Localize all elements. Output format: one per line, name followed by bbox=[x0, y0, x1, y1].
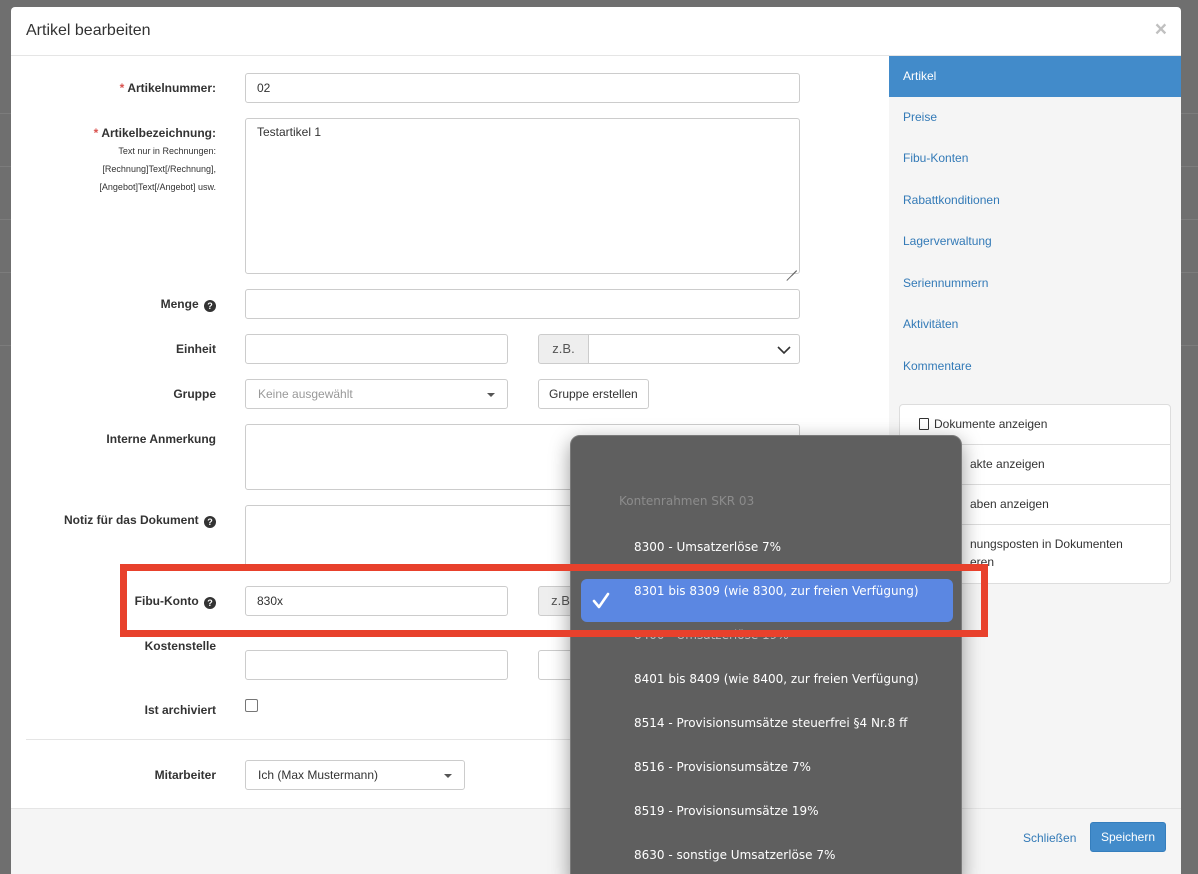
create-group-button[interactable]: Gruppe erstellen bbox=[538, 379, 649, 409]
close-button[interactable]: Schließen bbox=[1023, 829, 1076, 847]
save-button[interactable]: Speichern bbox=[1090, 822, 1166, 852]
selected-option-label: 8301 bis 8309 (wie 8300, zur freien Verf… bbox=[634, 584, 919, 598]
sidebar-item-kommentare[interactable]: Kommentare bbox=[889, 346, 1181, 387]
checkmark-icon bbox=[592, 592, 610, 609]
caret-down-icon bbox=[444, 774, 452, 778]
notiz-label: Notiz für das Dokument ? bbox=[11, 513, 216, 528]
fibu-konto-label: Fibu-Konto ? bbox=[11, 594, 216, 609]
artikelnummer-label-text: Artikelnummer: bbox=[127, 81, 216, 95]
dropdown-option[interactable]: 8401 bis 8409 (wie 8400, zur freien Verf… bbox=[634, 671, 919, 687]
artikelbezeichnung-label-text: Artikelbezeichnung: bbox=[101, 126, 216, 140]
notiz-label-text: Notiz für das Dokument bbox=[63, 513, 199, 527]
sidebar-item-rabattkonditionen[interactable]: Rabattkonditionen bbox=[889, 180, 1181, 221]
kostenstelle-label: Kostenstelle bbox=[144, 639, 216, 653]
action-label: nungsposten in Dokumenten bbox=[970, 537, 1123, 551]
help-icon[interactable]: ? bbox=[204, 516, 216, 528]
archiviert-checkbox[interactable] bbox=[245, 699, 258, 712]
action-label: aben anzeigen bbox=[970, 497, 1049, 511]
dropdown-option[interactable]: 8514 - Provisionsumsätze steuerfrei §4 N… bbox=[634, 715, 907, 731]
modal-title: Artikel bearbeiten bbox=[26, 22, 151, 39]
artikelnummer-input[interactable]: 02 bbox=[245, 73, 800, 103]
sidebar-item-seriennummern[interactable]: Seriennummern bbox=[889, 263, 1181, 304]
mitarbeiter-value: Ich (Max Mustermann) bbox=[258, 768, 379, 782]
artikelbezeichnung-hint: Text nur in Rechnungen: [Rechnung]Text[/… bbox=[11, 142, 216, 196]
modal-header: Artikel bearbeiten × bbox=[11, 7, 1181, 56]
action-label: eren bbox=[970, 555, 995, 569]
dropdown-option[interactable]: 8630 - sonstige Umsatzerlöse 7% bbox=[634, 847, 835, 863]
menge-input[interactable] bbox=[245, 289, 800, 319]
artikelbezeichnung-value: Testartikel 1 bbox=[257, 125, 322, 139]
required-marker: * bbox=[93, 126, 99, 140]
mitarbeiter-select[interactable]: Ich (Max Mustermann) bbox=[245, 760, 465, 790]
hint-line: [Rechnung]Text[/Rechnung], bbox=[102, 164, 216, 174]
close-icon[interactable]: × bbox=[1155, 19, 1167, 40]
gruppe-placeholder: Keine ausgewählt bbox=[258, 387, 353, 401]
dropdown-option[interactable]: 8516 - Provisionsumsätze 7% bbox=[634, 759, 811, 775]
dropdown-option[interactable]: 8400 - Umsatzerlöse 19% bbox=[634, 627, 789, 643]
interne-anmerkung-label: Interne Anmerkung bbox=[106, 432, 216, 446]
gruppe-select[interactable]: Keine ausgewählt bbox=[245, 379, 508, 409]
action-label: akte anzeigen bbox=[970, 457, 1045, 471]
fibu-konto-dropdown: Kontenrahmen SKR 03 8300 - Umsatzerlöse … bbox=[570, 435, 962, 874]
required-marker: * bbox=[119, 81, 125, 95]
sidebar-item-preise[interactable]: Preise bbox=[889, 97, 1181, 138]
fibu-konto-input[interactable]: 830x bbox=[245, 586, 508, 616]
chevron-down-icon bbox=[777, 346, 791, 355]
fibu-konto-label-text: Fibu-Konto bbox=[134, 594, 199, 608]
resize-handle-icon[interactable] bbox=[785, 259, 797, 271]
sidebar-item-artikel[interactable]: Artikel bbox=[889, 56, 1181, 97]
sidebar-item-lagerverwaltung[interactable]: Lagerverwaltung bbox=[889, 221, 1181, 262]
sidebar-item-fibu-konten[interactable]: Fibu-Konten bbox=[889, 138, 1181, 179]
einheit-example-select[interactable] bbox=[588, 334, 800, 364]
archiviert-label: Ist archiviert bbox=[144, 703, 216, 717]
caret-down-icon bbox=[487, 393, 495, 397]
artikelbezeichnung-textarea[interactable]: Testartikel 1 bbox=[245, 118, 800, 274]
dropdown-option[interactable]: 8519 - Provisionsumsätze 19% bbox=[634, 803, 819, 819]
artikelnummer-label: * Artikelnummer: bbox=[11, 81, 216, 95]
einheit-example-addon: z.B. bbox=[538, 334, 589, 364]
action-label: Dokumente anzeigen bbox=[934, 417, 1048, 431]
einheit-label: Einheit bbox=[175, 342, 216, 356]
hint-line: Text nur in Rechnungen: bbox=[118, 146, 216, 156]
document-icon bbox=[919, 418, 929, 430]
einheit-input[interactable] bbox=[245, 334, 508, 364]
help-icon[interactable]: ? bbox=[204, 300, 216, 312]
dropdown-group-label: Kontenrahmen SKR 03 bbox=[619, 494, 755, 508]
artikelbezeichnung-label: * Artikelbezeichnung: bbox=[11, 126, 216, 140]
dropdown-option[interactable]: 8300 - Umsatzerlöse 7% bbox=[634, 539, 781, 555]
dropdown-option-selected[interactable]: 8301 bis 8309 (wie 8300, zur freien Verf… bbox=[581, 579, 953, 622]
menge-label: Menge ? bbox=[11, 297, 216, 312]
mitarbeiter-label: Mitarbeiter bbox=[154, 768, 216, 782]
gruppe-label: Gruppe bbox=[173, 387, 216, 401]
kostenstelle-input[interactable] bbox=[245, 650, 508, 680]
hint-line: [Angebot]Text[/Angebot] usw. bbox=[99, 182, 216, 192]
help-icon[interactable]: ? bbox=[204, 597, 216, 609]
menge-label-text: Menge bbox=[160, 297, 199, 311]
sidebar-item-aktivitaeten[interactable]: Aktivitäten bbox=[889, 304, 1181, 345]
